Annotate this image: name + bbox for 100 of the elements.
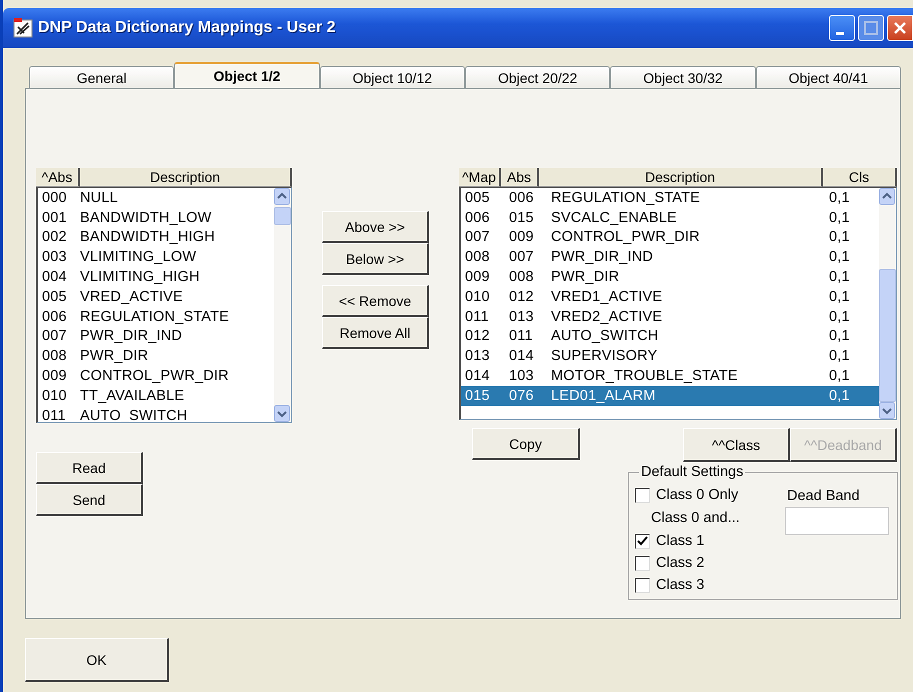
list-row[interactable]: 005 006 REGULATION_STATE 0,1 [461, 188, 879, 208]
list-row[interactable]: 009 CONTROL_PWR_DIR [38, 366, 274, 386]
class-cell: 0,1 [829, 308, 850, 325]
scroll-down-icon[interactable] [274, 405, 290, 422]
checkbox[interactable]: Class 1 [635, 530, 785, 552]
list-row[interactable]: 014 103 MOTOR_TROUBLE_STATE 0,1 [461, 366, 879, 386]
description-cell: PWR_DIR_IND [80, 328, 182, 344]
scroll-thumb[interactable] [879, 269, 896, 402]
tab[interactable]: Object 10/12 [320, 66, 465, 88]
abs-cell-text: 011 [42, 408, 67, 422]
scroll-thumb[interactable] [274, 207, 291, 225]
description-cell-text: AUTO_SWITCH [551, 328, 660, 344]
abs-cell-text: 010 [42, 388, 68, 404]
abs-cell-text: 103 [509, 368, 535, 384]
list-row[interactable]: 001 BANDWIDTH_LOW [38, 208, 274, 228]
column-header[interactable]: Description [80, 168, 292, 187]
copy-button[interactable]: Copy [472, 428, 580, 460]
move-button[interactable]: Below >> [322, 243, 429, 275]
list-row[interactable]: 000 NULL [38, 188, 274, 208]
list-row[interactable]: 013 014 SUPERVISORY 0,1 [461, 346, 879, 366]
description-cell-text: MOTOR_TROUBLE_STATE [551, 368, 739, 384]
list-row[interactable]: 005 VRED_ACTIVE [38, 286, 274, 307]
abs-cell-text: 001 [42, 210, 68, 226]
description-cell: NULL [80, 190, 118, 206]
checkbox[interactable]: Class 0 Only [635, 482, 785, 508]
dead-band-field[interactable] [785, 507, 889, 535]
description-cell: CONTROL_PWR_DIR [80, 368, 229, 384]
move-button[interactable]: << Remove [322, 285, 429, 317]
description-cell-text: VRED1_ACTIVE [551, 288, 664, 305]
tab[interactable]: Object 30/32 [610, 66, 756, 88]
list-row[interactable]: 008 007 PWR_DIR_IND 0,1 [461, 247, 879, 268]
list-row[interactable]: 006 REGULATION_STATE [38, 306, 274, 327]
group-label: Class 0 and... [651, 510, 741, 528]
action-button[interactable]: Read [36, 452, 143, 484]
column-header[interactable]: ^Map [459, 168, 501, 187]
abs-cell-text: 004 [42, 269, 68, 286]
description-cell: REGULATION_STATE [80, 308, 230, 325]
description-cell-text: REGULATION_STATE [551, 190, 702, 206]
scroll-up-icon[interactable] [879, 188, 895, 205]
list-row[interactable]: 010 012 VRED1_ACTIVE 0,1 [461, 286, 879, 307]
scroll-up-icon[interactable] [274, 188, 290, 205]
abs-cell-text: 006 [42, 308, 68, 325]
list-row[interactable]: 009 008 PWR_DIR 0,1 [461, 267, 879, 287]
abs-cell-text: 015 [509, 210, 535, 226]
tab[interactable]: General [29, 66, 174, 88]
checkbox[interactable]: Class 3 [635, 574, 785, 596]
move-button[interactable]: Remove All [322, 317, 429, 349]
list-row[interactable]: 015 076 LED01_ALARM 0,1 [461, 386, 879, 406]
checkbox-box[interactable] [635, 534, 650, 548]
list-row[interactable]: 002 BANDWIDTH_HIGH [38, 228, 274, 248]
abs-cell-text: 000 [42, 190, 68, 206]
abs-cell-text: 009 [509, 229, 535, 246]
description-cell: VRED_ACTIVE [80, 288, 183, 305]
list-row[interactable]: 011 AUTO_SWITCH [38, 406, 274, 422]
list-row[interactable]: 007 009 CONTROL_PWR_DIR 0,1 [461, 228, 879, 248]
class-cell: 0,1 [829, 190, 850, 206]
tab[interactable]: Object 1/2 [174, 62, 320, 88]
column-header[interactable]: ^Abs [36, 168, 80, 187]
abs-cell-text: 005 [42, 288, 68, 305]
description-cell: VLIMITING_HIGH [80, 269, 200, 286]
scrollbar[interactable] [274, 188, 291, 422]
list-row[interactable]: 011 013 VRED2_ACTIVE 0,1 [461, 306, 879, 327]
maximize-icon [864, 21, 878, 35]
minimize-button[interactable] [829, 15, 855, 41]
checkbox-box[interactable] [635, 556, 650, 570]
map-cell-text: 009 [465, 269, 491, 286]
list-row[interactable]: 010 TT_AVAILABLE [38, 386, 274, 406]
ok-button[interactable]: OK [25, 638, 169, 682]
list-row[interactable]: 008 PWR_DIR [38, 346, 274, 366]
class-cell: 0,1 [829, 388, 850, 404]
list-row[interactable]: 006 015 SVCALC_ENABLE 0,1 [461, 208, 879, 228]
move-button[interactable]: Above >> [322, 211, 429, 243]
close-button[interactable] [887, 15, 913, 41]
class-cell: 0,1 [829, 210, 850, 226]
checkbox-box[interactable] [635, 488, 650, 502]
column-header[interactable]: Abs [501, 168, 539, 187]
abs-cell-text: 002 [42, 229, 68, 246]
field-label: Dead Band [787, 488, 861, 504]
column-header[interactable]: Cls [823, 168, 897, 187]
class-button[interactable]: ^^Class [683, 428, 790, 462]
list-row[interactable]: 007 PWR_DIR_IND [38, 326, 274, 346]
scrollbar[interactable] [879, 188, 896, 419]
checkbox-box[interactable] [635, 578, 650, 592]
tab[interactable]: Object 20/22 [464, 66, 610, 88]
list-row[interactable]: 012 011 AUTO_SWITCH 0,1 [461, 326, 879, 346]
list-row[interactable]: 004 VLIMITING_HIGH [38, 267, 274, 287]
abs-cell-text: 011 [509, 328, 534, 344]
description-cell: AUTO_SWITCH [80, 408, 188, 422]
action-button[interactable]: Send [36, 484, 143, 516]
list-row[interactable]: 003 VLIMITING_LOW [38, 247, 274, 268]
description-cell-text: PWR_DIR [551, 269, 620, 286]
map-cell-text: 006 [465, 210, 491, 226]
checkbox[interactable]: Class 2 [635, 552, 785, 574]
tab[interactable]: Object 40/41 [756, 66, 901, 88]
close-icon [893, 21, 907, 35]
column-header[interactable]: Description [539, 168, 823, 187]
description-cell-text: CONTROL_PWR_DIR [551, 229, 701, 246]
maximize-button[interactable] [858, 15, 884, 41]
description-cell: BANDWIDTH_HIGH [80, 229, 215, 246]
scroll-down-icon[interactable] [879, 402, 895, 419]
